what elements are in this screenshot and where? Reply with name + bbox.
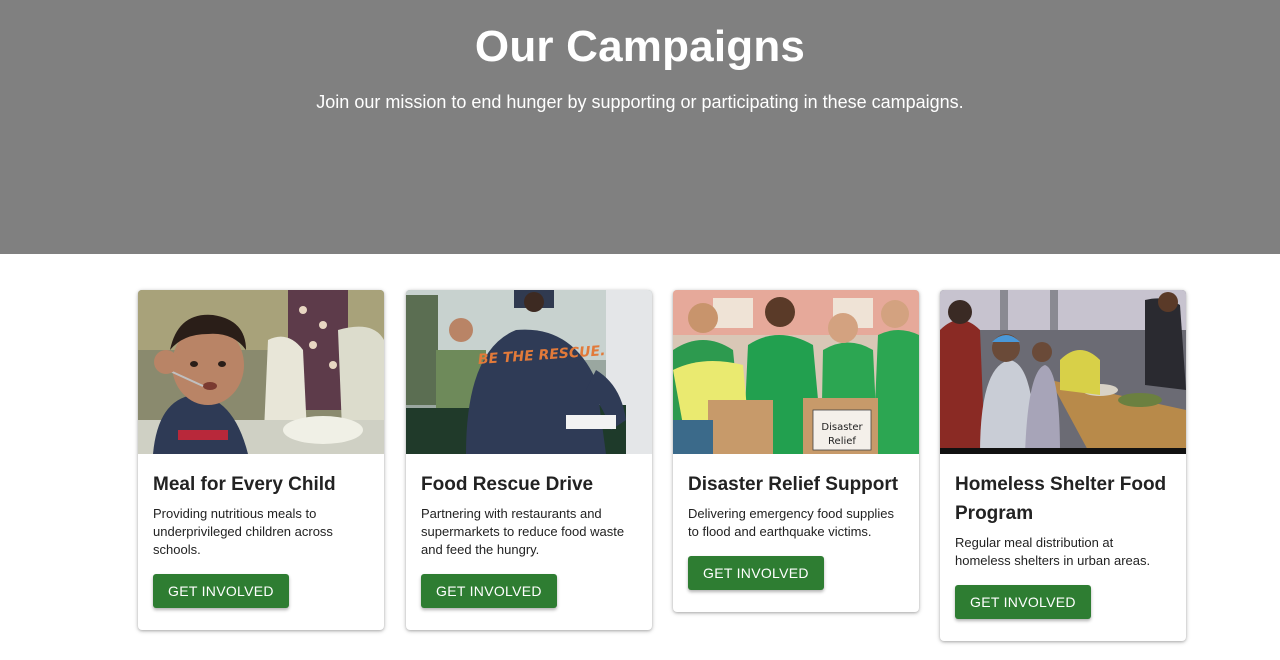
campaign-description: Partnering with restaurants and supermar… [421,506,625,557]
campaign-card-disaster-relief-support: Disaster Relief Disaster Relief Support … [673,290,919,612]
campaign-title: Homeless Shelter Food Program [955,474,1167,524]
page-title: Our Campaigns [474,22,806,71]
disaster-relief-box-label: Disaster [821,422,863,433]
campaign-description: Providing nutritious meals to underprivi… [153,506,333,557]
get-involved-button[interactable]: GET INVOLVED [688,556,824,590]
get-involved-button[interactable]: GET INVOLVED [955,585,1091,619]
hero-banner: Our Campaigns Join our mission to end hu… [0,0,1280,254]
campaign-card-homeless-shelter-food-program: Homeless Shelter Food Program Regular me… [940,290,1186,641]
campaign-title: Food Rescue Drive [421,474,594,495]
campaign-description: Delivering emergency food supplies to fl… [688,506,894,539]
campaign-description: Regular meal distribution at homeless sh… [955,535,1151,568]
child-eating-photo [138,290,384,454]
campaign-title: Disaster Relief Support [688,474,899,495]
volunteer-be-the-rescue-photo: BE THE RESCUE. [406,290,652,454]
disaster-relief-box-label: Relief [828,436,856,447]
get-involved-button[interactable]: GET INVOLVED [153,574,289,608]
campaign-card-meal-for-every-child: Meal for Every Child Providing nutritiou… [138,290,384,630]
volunteers-disaster-relief-box-photo: Disaster Relief [673,290,919,454]
page-subtitle: Join our mission to end hunger by suppor… [316,92,964,112]
campaign-title: Meal for Every Child [153,474,336,495]
campaign-card-food-rescue-drive: BE THE RESCUE. Food Rescue Drive Partner… [406,290,652,630]
get-involved-button[interactable]: GET INVOLVED [421,574,557,608]
shelter-food-line-photo [940,290,1186,454]
